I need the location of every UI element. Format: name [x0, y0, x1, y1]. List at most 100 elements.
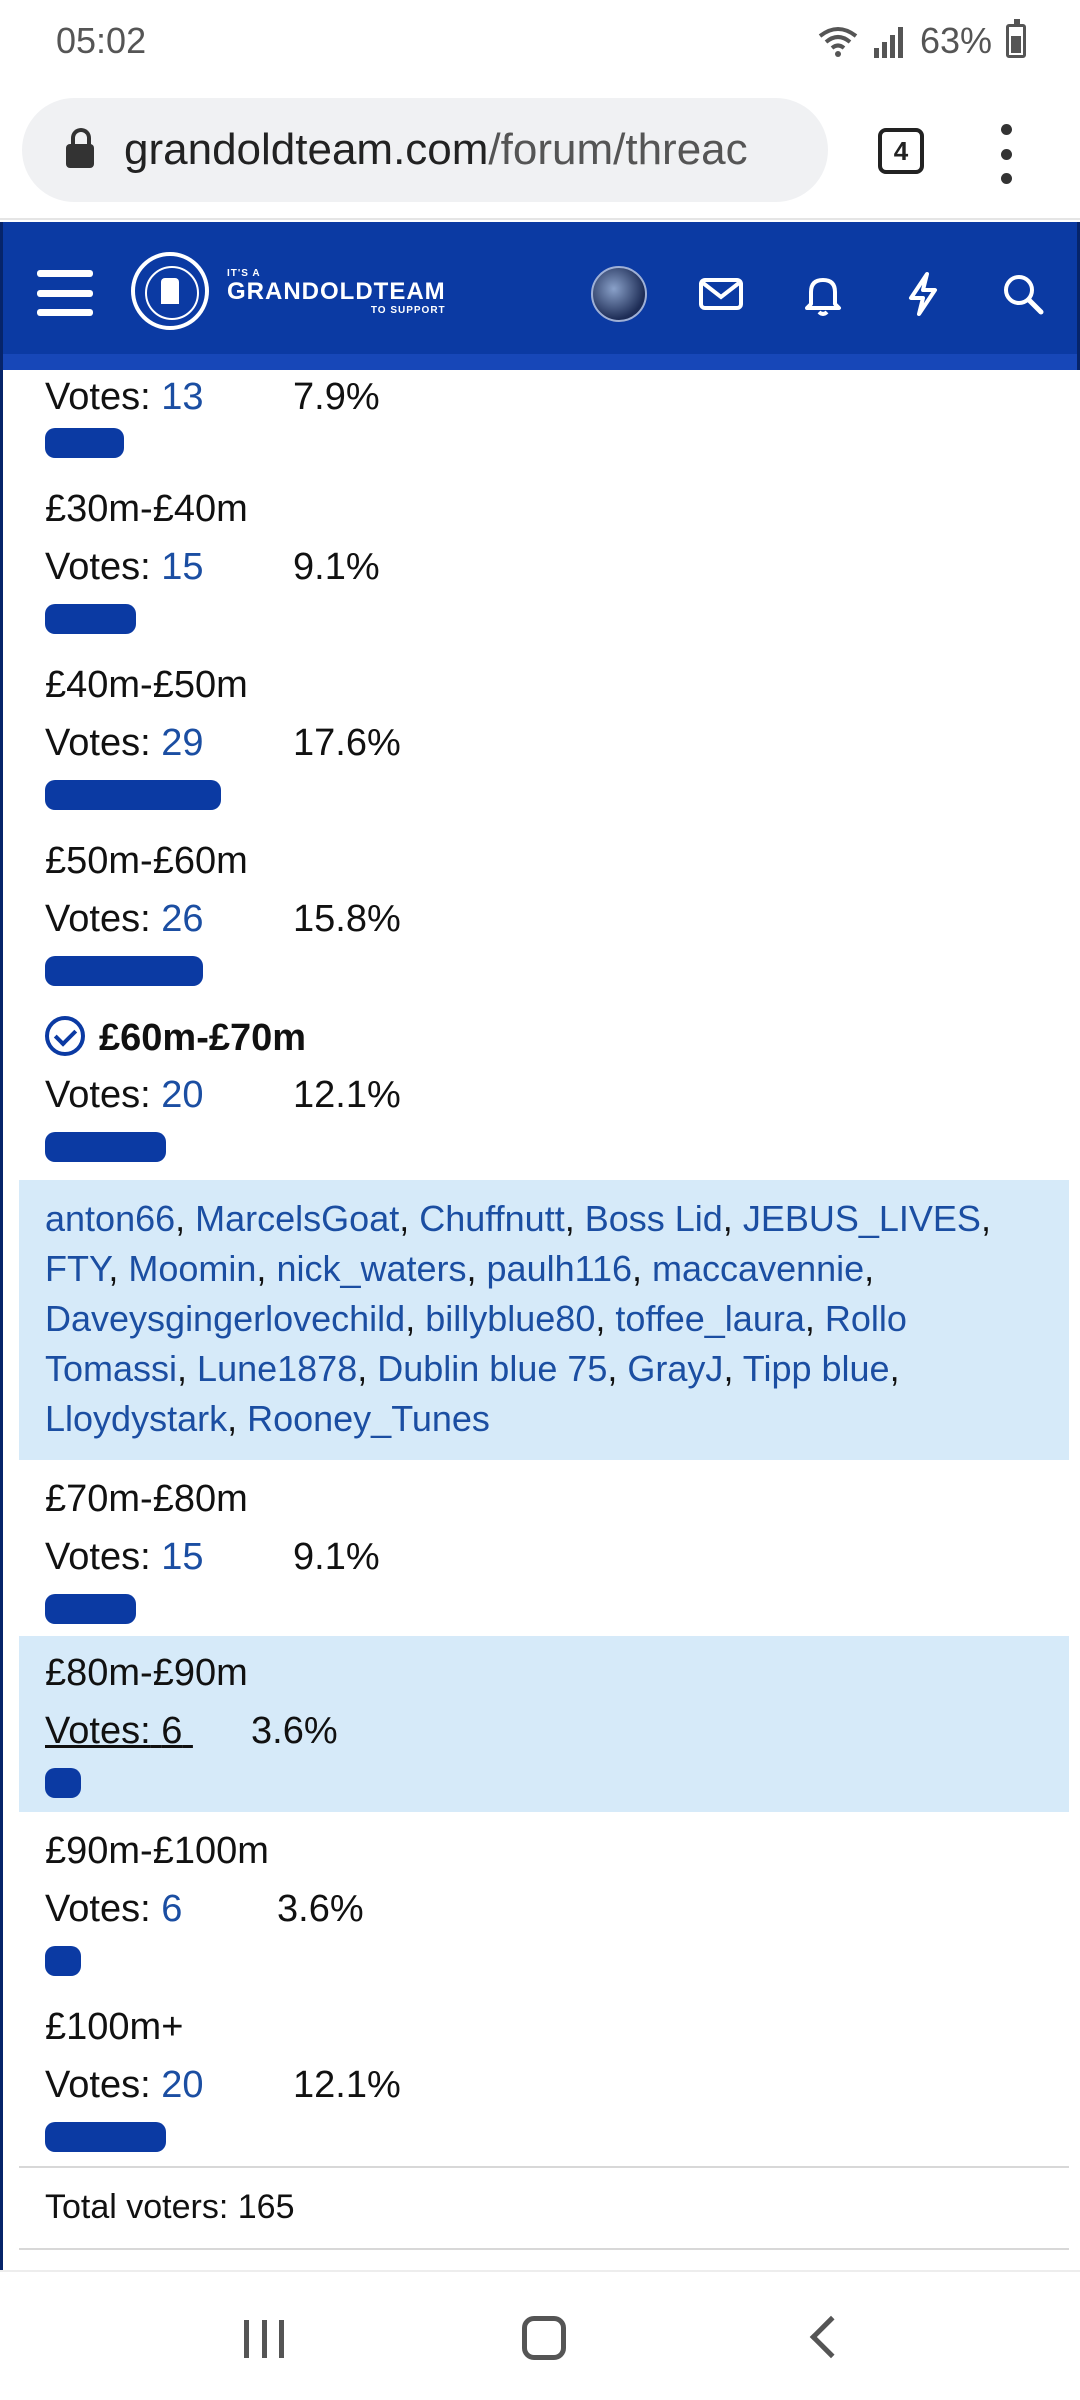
- voter-link[interactable]: JEBUS_LIVES: [743, 1198, 981, 1239]
- poll-option-3: £50m-£60m Votes: 26 15.8%: [19, 840, 1069, 1000]
- voter-separator: ,: [723, 1348, 743, 1389]
- voter-separator: ,: [175, 1198, 196, 1239]
- vote-count-link[interactable]: 26: [161, 898, 203, 940]
- wifi-icon: [818, 27, 858, 57]
- poll-option-1: £30m-£40m Votes: 15 9.1%: [19, 488, 1069, 648]
- voter-link[interactable]: GrayJ: [627, 1348, 723, 1389]
- vote-bar: [45, 1946, 81, 1976]
- voter-link[interactable]: Lune1878: [197, 1348, 357, 1389]
- voter-separator: ,: [595, 1298, 616, 1339]
- vote-count-link[interactable]: 29: [161, 722, 203, 764]
- voter-separator: ,: [108, 1248, 129, 1289]
- voter-link[interactable]: Chuffnutt: [419, 1198, 564, 1239]
- voter-separator: ,: [256, 1248, 277, 1289]
- poll-option-label: £60m-£70m: [45, 1016, 306, 1060]
- url-path: /forum/threac: [488, 125, 748, 174]
- poll-option-0: Votes: 13 7.9%: [19, 370, 1069, 464]
- voter-link[interactable]: Boss Lid: [585, 1198, 723, 1239]
- poll-option-2: £40m-£50m Votes: 29 17.6%: [19, 664, 1069, 824]
- vote-bar: [45, 604, 136, 634]
- voter-link[interactable]: Daveysgingerlovechild: [45, 1298, 405, 1339]
- voter-link[interactable]: Tipp blue: [743, 1348, 890, 1389]
- voter-link[interactable]: Lloydystark: [45, 1398, 227, 1439]
- user-avatar[interactable]: [591, 266, 647, 322]
- poll-option-8: £100m+ Votes: 20 12.1%: [19, 2006, 1069, 2166]
- vote-count-link[interactable]: 6: [161, 1710, 182, 1752]
- vote-percent: 15.8%: [293, 898, 401, 940]
- voter-separator: ,: [564, 1198, 585, 1239]
- poll-option-label: £30m-£40m: [45, 488, 248, 530]
- vote-bar: [45, 1132, 166, 1162]
- voter-separator: ,: [227, 1398, 248, 1439]
- back-icon[interactable]: [809, 2315, 853, 2359]
- status-time: 05:02: [56, 20, 147, 61]
- voter-separator: ,: [980, 1198, 991, 1239]
- voter-link[interactable]: MarcelsGoat: [195, 1198, 399, 1239]
- vote-bar: [45, 956, 203, 986]
- lightning-icon[interactable]: [897, 268, 949, 320]
- vote-bar: [45, 1768, 81, 1798]
- poll-option-6[interactable]: £80m-£90m Votes: 6 3.6%: [19, 1636, 1069, 1812]
- vote-count-link[interactable]: 15: [161, 1536, 203, 1578]
- voter-link[interactable]: Moomin: [128, 1248, 256, 1289]
- url-domain: grandoldteam.com: [124, 125, 489, 174]
- browser-toolbar: grandoldteam.com/forum/threac 4: [0, 80, 1080, 220]
- vote-count-link[interactable]: 15: [161, 546, 203, 588]
- bell-icon[interactable]: [797, 268, 849, 320]
- voter-separator: ,: [804, 1298, 825, 1339]
- battery-icon: [1006, 19, 1026, 58]
- tab-switcher-button[interactable]: 4: [878, 128, 924, 174]
- vote-count-link[interactable]: 6: [161, 1888, 182, 1930]
- poll-option-5: £70m-£80m Votes: 15 9.1%: [19, 1478, 1069, 1638]
- vote-percent: 9.1%: [293, 546, 380, 588]
- voter-link[interactable]: nick_waters: [276, 1248, 466, 1289]
- voter-link[interactable]: Dublin blue 75: [377, 1348, 607, 1389]
- vote-percent: 7.9%: [293, 376, 380, 418]
- vote-percent: 3.6%: [277, 1888, 364, 1930]
- poll-option-label: £40m-£50m: [45, 664, 248, 706]
- voter-link[interactable]: toffee_laura: [615, 1298, 805, 1339]
- vote-percent: 9.1%: [293, 1536, 380, 1578]
- poll-option-votes: Votes: 15 9.1%: [45, 1536, 380, 1578]
- signal-icon: [873, 27, 903, 58]
- inbox-icon[interactable]: [695, 268, 747, 320]
- vote-count-link[interactable]: 20: [161, 2064, 203, 2106]
- system-navigation-bar: [0, 2270, 1080, 2400]
- voter-link[interactable]: paulh116: [487, 1248, 632, 1289]
- address-bar[interactable]: grandoldteam.com/forum/threac: [22, 98, 828, 202]
- club-crest-logo[interactable]: [131, 252, 209, 330]
- voter-separator: ,: [177, 1348, 198, 1389]
- poll-option-label: £90m-£100m: [45, 1830, 269, 1872]
- voter-separator: ,: [399, 1198, 420, 1239]
- search-icon[interactable]: [997, 268, 1049, 320]
- vote-count-link[interactable]: 13: [161, 376, 203, 418]
- voter-link[interactable]: FTY: [45, 1248, 108, 1289]
- poll-option-7: £90m-£100m Votes: 6 3.6%: [19, 1830, 1069, 1990]
- voter-separator: ,: [889, 1348, 900, 1389]
- voter-link[interactable]: billyblue80: [425, 1298, 595, 1339]
- vote-bar: [45, 1594, 136, 1624]
- home-icon[interactable]: [522, 2316, 566, 2360]
- poll-option-votes: Votes: 26 15.8%: [45, 898, 401, 940]
- vote-percent: 17.6%: [293, 722, 401, 764]
- voter-separator: ,: [357, 1348, 378, 1389]
- voter-link[interactable]: maccavennie: [652, 1248, 864, 1289]
- hamburger-menu-icon[interactable]: [37, 270, 93, 316]
- browser-menu-icon[interactable]: [996, 124, 1016, 184]
- poll-option-label: £70m-£80m: [45, 1478, 248, 1520]
- total-voters: Total voters: 165: [19, 2166, 1069, 2250]
- url-text[interactable]: grandoldteam.com/forum/threac: [124, 125, 748, 175]
- site-logo-text[interactable]: IT'S A GRANDOLDTEAM TO SUPPORT: [227, 268, 446, 316]
- poll-option-votes[interactable]: Votes: 6: [45, 1710, 193, 1753]
- vote-percent: 12.1%: [293, 2064, 401, 2106]
- vote-bar: [45, 428, 124, 458]
- vote-count-link[interactable]: 20: [161, 1074, 203, 1116]
- poll-option-votes: Votes: 6 3.6%: [45, 1888, 364, 1930]
- poll-option-4-selected: £60m-£70m Votes: 20 12.1%: [19, 1016, 1069, 1176]
- logo-main-text: GRANDOLDTEAM: [227, 278, 446, 305]
- vote-percent: 3.6%: [251, 1710, 338, 1752]
- voter-link[interactable]: anton66: [45, 1198, 175, 1239]
- recent-apps-icon[interactable]: [244, 2320, 284, 2358]
- voter-link[interactable]: Rooney_Tunes: [247, 1398, 490, 1439]
- site-header: IT'S A GRANDOLDTEAM TO SUPPORT: [0, 222, 1080, 370]
